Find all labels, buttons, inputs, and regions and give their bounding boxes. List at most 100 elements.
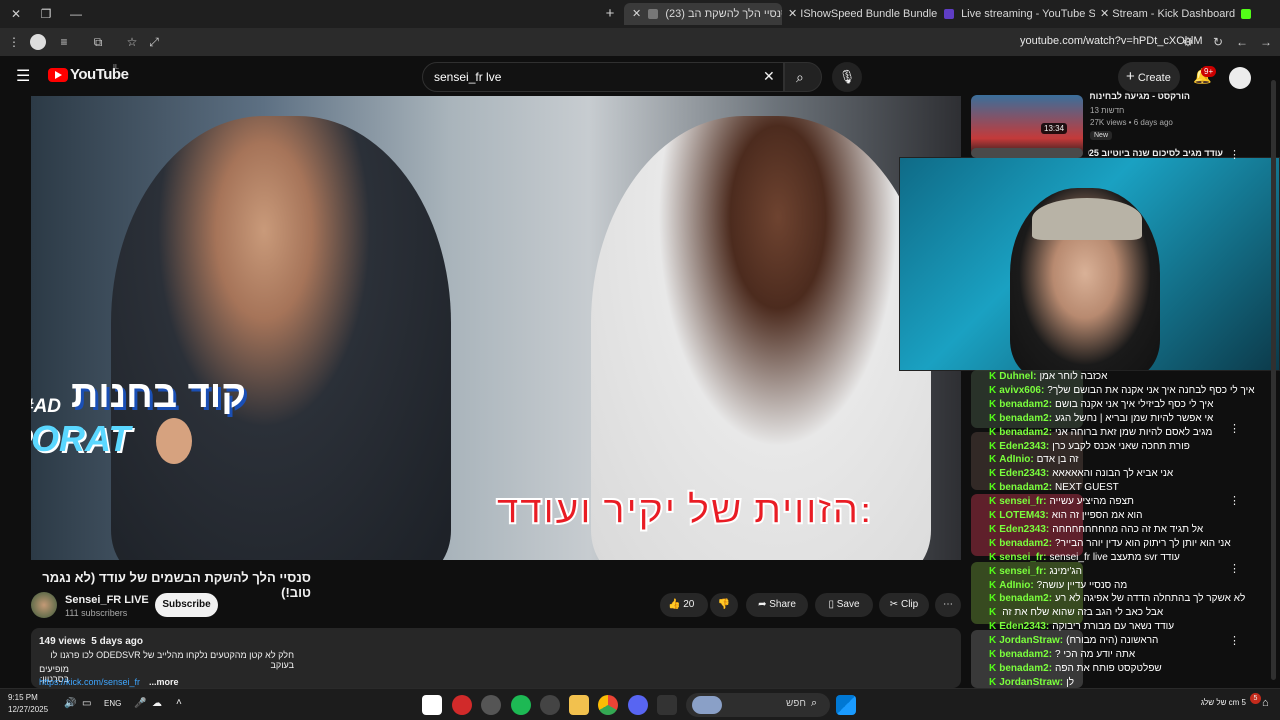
app-red-icon[interactable] (452, 695, 472, 715)
network-icon[interactable]: ▭ (82, 698, 91, 709)
discord-icon[interactable] (628, 695, 648, 715)
save-button[interactable]: ▯ Save (815, 593, 873, 617)
restore-window-icon[interactable]: ❐ (38, 6, 54, 22)
recommended-title-2[interactable]: עודד מגיב לסיכום שנה ביוטיוב 2025! (1088, 148, 1223, 158)
search-input[interactable]: sensei_fr lve (434, 70, 501, 84)
chat-username[interactable]: benadam2: (999, 649, 1052, 660)
chat-message: K Duhnel: אכזבה לוחר אמן (989, 370, 1107, 383)
reading-list-icon[interactable]: ≡ (56, 34, 72, 50)
youtube-logo-text[interactable]: YouTube (70, 66, 129, 83)
upload-date: 5 days ago (91, 636, 143, 647)
chat-username[interactable]: Eden2343: (999, 441, 1049, 452)
search-box[interactable]: sensei_fr lve ✕ (422, 62, 784, 92)
chat-username[interactable]: sensei_fr: (999, 552, 1046, 563)
recommended-title-1[interactable]: הורקסט - מגיעה לבחינות (1090, 91, 1190, 101)
close-tab-icon[interactable]: ✕ (1100, 8, 1109, 20)
tab-title: Stream - Kick Dashboard (1112, 8, 1236, 20)
youtube-logo-icon[interactable] (48, 68, 68, 82)
chat-username[interactable]: JordanStraw: (999, 677, 1063, 688)
clear-search-icon[interactable]: ✕ (763, 68, 775, 85)
chat-username[interactable]: benadam2: (999, 538, 1052, 549)
close-tab-icon[interactable]: ✕ (632, 8, 641, 20)
site-settings-icon[interactable]: ⚙ (1180, 34, 1196, 50)
search-highlight-icon (692, 696, 722, 714)
chat-username[interactable]: sensei_fr: (999, 496, 1046, 507)
share-page-icon[interactable]: ⤢ (146, 34, 162, 50)
menu-dots-icon[interactable]: ⋮ (6, 34, 22, 50)
tab-ishowspeed[interactable]: ✕ IShowSpeed Bundle Bundle - F (788, 3, 938, 25)
file-explorer-icon[interactable] (569, 695, 589, 715)
chat-username[interactable]: sensei_fr: (999, 566, 1046, 577)
voice-search-icon[interactable]: 🎙 (832, 62, 862, 92)
kick-badge-icon: K (989, 412, 997, 424)
chat-username[interactable]: benadam2: (999, 593, 1052, 604)
tab-active[interactable]: ✕ (23) סנסיי הלך להשקת הב (624, 3, 782, 25)
chat-username[interactable]: Eden2343: (999, 524, 1049, 535)
chat-text: sensei_fr live מתעצב svr עודד (1049, 551, 1180, 563)
chat-username[interactable]: avivx606: (999, 385, 1044, 396)
taskbar-search-box[interactable]: חפש ⌕ (686, 693, 830, 717)
weather-widget[interactable]: 5 cm של שלג (1186, 698, 1246, 707)
chat-username[interactable]: LOTEM43: (999, 510, 1048, 521)
video-player[interactable]: קוד בחנות #AD PORAT הזווית של יקיר ועודד… (31, 96, 961, 560)
chat-username[interactable]: benadam2: (999, 399, 1052, 410)
microphone-icon[interactable]: 🎤 (134, 698, 146, 709)
windows-start-icon[interactable] (836, 695, 856, 715)
like-button[interactable]: 👍 20 (660, 593, 708, 617)
chat-username[interactable]: Duhnel: (999, 371, 1036, 382)
spotify-icon[interactable] (511, 695, 531, 715)
app-dark-icon[interactable] (481, 695, 501, 715)
clock-date[interactable]: 12/27/2025 (8, 705, 48, 714)
app-terminal-icon[interactable] (657, 695, 677, 715)
new-tab-icon[interactable]: + (602, 6, 618, 22)
close-tab-icon[interactable]: ✕ (788, 8, 797, 20)
extensions-icon[interactable]: ⧉ (90, 34, 106, 50)
channel-name[interactable]: Sensei_FR LIVE (65, 594, 149, 606)
forward-icon[interactable]: ← (1234, 34, 1250, 50)
description-box[interactable]: 149 views 5 days ago חלק לא קטן מהקטעים … (31, 628, 961, 688)
share-button[interactable]: ➦ Share (746, 593, 808, 617)
chat-username[interactable]: benadam2: (999, 427, 1052, 438)
tab-youtube-studio[interactable]: Live streaming - YouTube Studi (940, 3, 1095, 25)
chrome-icon[interactable] (598, 695, 618, 715)
reload-icon[interactable]: ↻ (1210, 34, 1226, 50)
dislike-button[interactable]: 👎 (710, 593, 738, 617)
chat-username[interactable]: AdInio: (999, 580, 1033, 591)
language-indicator[interactable]: ENG (104, 699, 121, 708)
url-text[interactable]: youtube.com/watch?v=hPDt_cXOhlM (1020, 35, 1203, 47)
recommended-thumbnail-2[interactable] (971, 148, 1083, 158)
page-scrollbar[interactable] (1271, 80, 1276, 680)
epic-games-icon[interactable] (422, 695, 442, 715)
channel-avatar[interactable] (31, 592, 57, 618)
hamburger-menu-icon[interactable]: ☰ (16, 66, 30, 86)
recommended-menu-icon[interactable]: ⋮ (1229, 148, 1240, 161)
chat-username[interactable]: Eden2343: (999, 468, 1049, 479)
close-window-icon[interactable]: ✕ (8, 6, 24, 22)
minimize-window-icon[interactable]: — (68, 6, 84, 22)
show-more-link[interactable]: ...more (149, 677, 179, 687)
steam-icon[interactable] (540, 695, 560, 715)
chat-username[interactable]: benadam2: (999, 482, 1052, 493)
description-link[interactable]: https://kick.com/sensei_fr (39, 677, 140, 687)
subscribe-button[interactable]: Subscribe (155, 593, 218, 617)
account-avatar[interactable] (1229, 67, 1251, 89)
profile-avatar-icon[interactable] (30, 34, 46, 50)
notification-center-icon[interactable]: ⌂ (1262, 697, 1269, 709)
clip-button[interactable]: ✂ Clip (879, 593, 929, 617)
volume-icon[interactable]: 🔊 (64, 698, 76, 709)
search-button[interactable]: ⌕ (784, 62, 822, 92)
back-icon[interactable]: → (1258, 34, 1274, 50)
onedrive-icon[interactable]: ☁ (152, 698, 162, 709)
more-actions-icon[interactable]: ⋯ (935, 593, 961, 617)
clock-time[interactable]: 9:15 PM (8, 693, 38, 702)
create-button[interactable]: + Create (1118, 62, 1180, 92)
chat-username[interactable]: benadam2: (999, 663, 1052, 674)
recommended-channel-1[interactable]: חדשות 13 (1090, 106, 1124, 115)
chat-username[interactable]: Eden2343: (999, 621, 1049, 632)
chat-username[interactable]: benadam2: (999, 413, 1052, 424)
tray-overflow-icon[interactable]: ˄ (176, 697, 182, 708)
bookmark-star-icon[interactable]: ☆ (124, 34, 140, 50)
chat-username[interactable]: JordanStraw: (999, 635, 1063, 646)
chat-username[interactable]: AdInio: (999, 454, 1033, 465)
tab-kick-dashboard[interactable]: ✕ Stream - Kick Dashboard (1100, 3, 1250, 25)
